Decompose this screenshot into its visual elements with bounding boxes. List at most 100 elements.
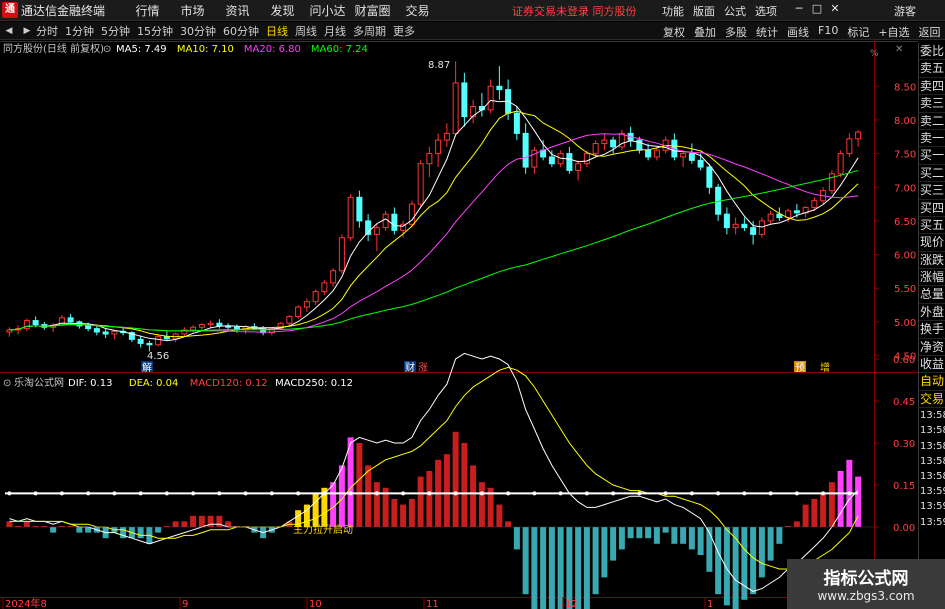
menu-function[interactable]: 功能 (662, 3, 684, 19)
macd-bar (776, 527, 783, 544)
side-panel-tab[interactable]: 买五 (919, 217, 945, 235)
candle-body (855, 131, 862, 140)
period-tab[interactable]: 60分钟 (223, 23, 259, 39)
chart-tool-button[interactable]: F10 (818, 24, 838, 40)
menu-trade[interactable]: 交易 (395, 2, 440, 19)
side-panel-tab[interactable]: 自动 (919, 373, 945, 391)
candle-body (688, 153, 695, 161)
candle-body (295, 306, 302, 317)
period-tab[interactable]: 周线 (295, 23, 317, 39)
macd-toggle-icon[interactable]: ⊙ (3, 378, 11, 389)
y-tick-label: 8.50 (894, 82, 916, 93)
event-yu[interactable]: 预 (795, 362, 805, 374)
menu-options[interactable]: 选项 (755, 3, 777, 19)
kline-chart[interactable]: 同方股份(日线 前复权) ⊙ MA5: 7.49 MA10: 7.10 MA20: … (0, 41, 918, 609)
chart-tool-button[interactable]: 多股 (725, 24, 747, 40)
macd-bar (688, 527, 695, 550)
side-panel-tab[interactable]: 外盘 (919, 304, 945, 322)
chart-tool-button[interactable]: 返回 (919, 24, 941, 40)
period-tab[interactable]: 月线 (324, 23, 346, 39)
y-tick-label: 6.00 (894, 251, 916, 262)
ma-toggle-icon[interactable]: ⊙ (103, 44, 111, 55)
menu-quotes[interactable]: 行情 (125, 2, 170, 19)
side-panel-tab[interactable]: 买四 (919, 200, 945, 217)
side-panel-tab[interactable]: 涨跌 (919, 252, 945, 270)
period-tab[interactable]: 更多 (393, 23, 415, 39)
side-panel-tab[interactable]: 换手 (919, 321, 945, 339)
period-tab[interactable]: 日线 (266, 23, 288, 39)
macd120-dot (479, 491, 484, 496)
period-tab[interactable]: 分时 (36, 23, 58, 39)
side-panel-tab[interactable]: 总量 (919, 286, 945, 304)
menu-discover[interactable]: 发现 (260, 2, 305, 19)
chart-tool-button[interactable]: 标记 (847, 24, 869, 40)
side-panel-tab[interactable]: 净资 (919, 339, 945, 357)
side-panel-tab[interactable]: 交易 (919, 391, 945, 409)
side-panel-tab[interactable]: 收益 (919, 356, 945, 374)
menu-market[interactable]: 市场 (170, 2, 215, 19)
candle-body (137, 338, 144, 344)
period-tab[interactable]: 1分钟 (65, 23, 94, 39)
candle-body (741, 223, 748, 229)
candle-body (645, 149, 652, 158)
side-panel-tab[interactable]: 买三 (919, 182, 945, 200)
side-panel-tab[interactable]: 委比 (919, 43, 945, 61)
prev-arrow-icon[interactable]: ◀ (0, 26, 18, 36)
side-panel-tab[interactable]: 卖四 (919, 78, 945, 96)
side-panel-tab[interactable]: 买二 (919, 165, 945, 183)
candle-body (330, 270, 337, 284)
right-menu: 功能 版面 公式 选项 (662, 3, 786, 19)
menu-news[interactable]: 资讯 (215, 2, 260, 19)
side-panel-tab[interactable]: 卖一 (919, 130, 945, 148)
chart-tool-button[interactable]: +自选 (878, 24, 909, 40)
menu-formula[interactable]: 公式 (724, 3, 746, 19)
chart-close-icon[interactable]: ✕ (895, 44, 903, 55)
macd-bar (636, 527, 643, 539)
macd120-dot (7, 491, 12, 496)
window-controls: ─ □ ✕ (790, 2, 844, 15)
macd120-dot (611, 491, 616, 496)
side-panel: 委比 卖五 卖四 卖三 卖二 卖一 买一 买二 买三 买四 买五 现价 涨跌 涨幅 总量 外盘 换手 净资 收益 自动… (918, 43, 945, 609)
candle-body (338, 237, 345, 272)
menu-ask[interactable]: 问小达 (305, 2, 350, 19)
event-zhang-icon[interactable]: 涨 (418, 362, 428, 374)
maximize-icon[interactable]: □ (808, 2, 826, 15)
event-cai[interactable]: 财 (405, 361, 415, 374)
period-tab[interactable]: 30分钟 (180, 23, 216, 39)
menu-wealth-circle[interactable]: 财富圈 (350, 2, 395, 19)
chart-tool-button[interactable]: 统计 (756, 24, 778, 40)
macd-bar (645, 527, 652, 539)
side-panel-tab[interactable]: 卖二 (919, 113, 945, 130)
macd-bar (356, 443, 363, 527)
candle-body (417, 163, 424, 205)
side-panel-tab[interactable]: 现价 (919, 234, 945, 252)
period-tab[interactable]: 15分钟 (137, 23, 173, 39)
guest-label[interactable]: 游客 (894, 3, 916, 19)
side-panel-tab[interactable]: 卖三 (919, 95, 945, 113)
chart-tool-button[interactable]: 叠加 (694, 24, 716, 40)
next-arrow-icon[interactable]: ▶ (18, 26, 36, 36)
chart-tool-button[interactable]: 画线 (787, 24, 809, 40)
macd120-dot (138, 491, 143, 496)
dea-line (9, 366, 859, 570)
side-panel-tab[interactable]: 涨幅 (919, 269, 945, 287)
chart-tool-button[interactable]: 复权 (663, 24, 685, 40)
event-zeng[interactable]: 增 (820, 361, 830, 374)
title-bar: 通 通达信金融终端 行情 市场 资讯 发现 问小达 财富圈 交易 证券交易未登录… (0, 0, 945, 21)
macd-bar (583, 527, 590, 609)
minimize-icon[interactable]: ─ (790, 2, 808, 15)
macd-bar (426, 471, 433, 527)
candle-body (207, 322, 214, 326)
event-jie[interactable]: 解 (142, 361, 152, 374)
close-icon[interactable]: ✕ (826, 2, 844, 15)
period-tab[interactable]: 5分钟 (101, 23, 130, 39)
macd-y-axis: 0.600.450.300.150.00-0.15 (874, 355, 918, 576)
macd120-dot (269, 491, 274, 496)
side-panel-tab[interactable]: 买一 (919, 147, 945, 165)
side-panel-tab[interactable]: 卖五 (919, 60, 945, 78)
login-notice[interactable]: 证券交易未登录 同方股份 (512, 3, 637, 19)
menu-layout[interactable]: 版面 (693, 3, 715, 19)
macd-bar (837, 471, 844, 527)
y-axis-percent[interactable]: % (870, 49, 879, 59)
period-tab[interactable]: 多周期 (353, 23, 386, 39)
